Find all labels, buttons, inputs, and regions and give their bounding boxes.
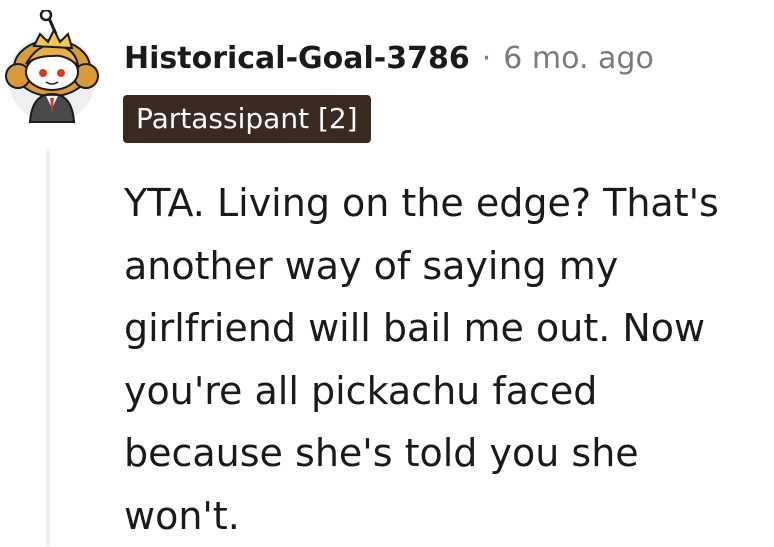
thread-collapse-line[interactable]	[46, 150, 50, 546]
comment-body-line: won't.	[124, 485, 764, 547]
author-username[interactable]: Historical-Goal-3786	[124, 41, 470, 76]
comment-body-line: another way of saying my	[124, 235, 764, 298]
comment-body-line: you're all pickachu faced	[124, 360, 764, 423]
comment-header: Historical-Goal-3786 · 6 mo. ago	[124, 36, 654, 80]
comment-body-line: YTA. Living on the edge? That's	[124, 172, 764, 235]
comment-timestamp[interactable]: 6 mo. ago	[503, 41, 654, 76]
comment-body: YTA. Living on the edge? That's another …	[124, 172, 764, 547]
user-avatar[interactable]	[0, 10, 100, 130]
comment-body-line: girlfriend will bail me out. Now	[124, 297, 764, 360]
snoo-avatar-icon	[0, 10, 100, 130]
user-flair: Partassipant [2]	[123, 95, 371, 143]
meta-separator: ·	[482, 41, 492, 76]
comment-body-line: because she's told you she	[124, 422, 764, 485]
